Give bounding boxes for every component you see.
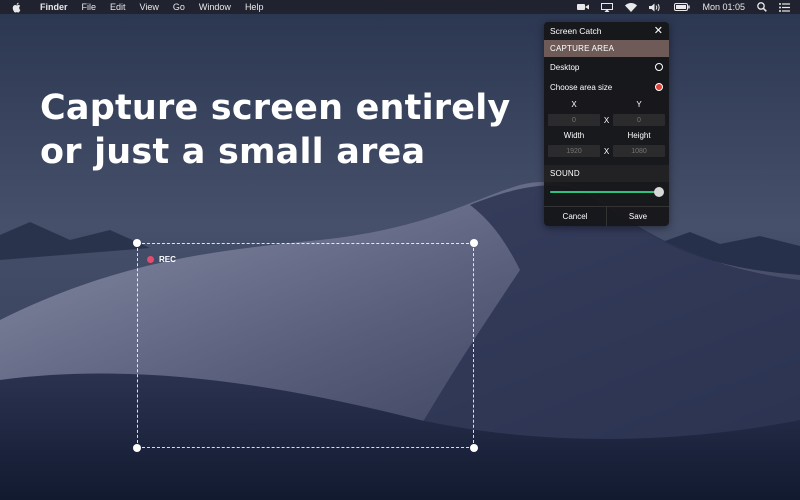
choose-area-radio[interactable] — [655, 83, 663, 91]
apple-logo-icon[interactable] — [12, 2, 26, 13]
slider-fill — [550, 191, 659, 193]
sound-label: SOUND — [550, 169, 580, 178]
volume-icon[interactable] — [649, 0, 662, 14]
height-input[interactable] — [613, 145, 665, 157]
menu-edit[interactable]: Edit — [110, 0, 126, 14]
record-dot-icon — [147, 256, 154, 263]
x-input[interactable] — [548, 114, 600, 126]
menu-view[interactable]: View — [140, 0, 159, 14]
menu-go[interactable]: Go — [173, 0, 185, 14]
close-icon[interactable]: ✕ — [654, 25, 663, 37]
y-label: Y — [636, 100, 642, 109]
xy-inputs: X — [544, 112, 669, 128]
panel-header: Screen Catch ✕ — [544, 22, 669, 40]
resize-handle-top-left[interactable] — [133, 239, 141, 247]
menu-file[interactable]: File — [82, 0, 97, 14]
option-choose-area-label: Choose area size — [550, 82, 613, 92]
airplay-icon[interactable] — [601, 0, 614, 14]
recording-indicator: REC — [147, 255, 176, 264]
option-desktop[interactable]: Desktop — [544, 57, 669, 77]
option-desktop-label: Desktop — [550, 62, 580, 72]
capture-area-label: CAPTURE AREA — [550, 44, 615, 53]
sound-header: SOUND — [544, 165, 669, 182]
size-separator: X — [603, 146, 610, 156]
menu-bar-clock[interactable]: Mon 01:05 — [702, 0, 745, 14]
size-labels: Width Height — [544, 128, 669, 143]
battery-icon[interactable] — [674, 0, 691, 14]
panel-title: Screen Catch — [550, 26, 602, 36]
sound-slider-row — [544, 182, 669, 202]
width-label: Width — [563, 131, 585, 140]
cancel-button[interactable]: Cancel — [544, 207, 606, 226]
slider-thumb[interactable] — [653, 187, 664, 197]
menu-window[interactable]: Window — [199, 0, 231, 14]
xy-labels: X Y — [544, 97, 669, 112]
panel-footer: Cancel Save — [544, 206, 669, 226]
width-input[interactable] — [548, 145, 600, 157]
height-label: Height — [627, 131, 651, 140]
search-icon[interactable] — [757, 0, 767, 14]
headline-line-2: or just a small area — [40, 132, 426, 172]
resize-handle-bottom-left[interactable] — [133, 444, 141, 452]
save-button[interactable]: Save — [606, 207, 669, 226]
rec-label: REC — [159, 255, 176, 264]
desktop-radio[interactable] — [655, 63, 663, 71]
menu-help[interactable]: Help — [245, 0, 264, 14]
y-input[interactable] — [613, 114, 665, 126]
capture-selection-rectangle[interactable]: REC — [133, 239, 478, 452]
option-choose-area-size[interactable]: Choose area size — [544, 77, 669, 97]
video-camera-icon[interactable] — [577, 0, 590, 14]
capture-area-header: CAPTURE AREA — [544, 40, 669, 57]
resize-handle-bottom-right[interactable] — [470, 444, 478, 452]
resize-handle-top-right[interactable] — [470, 239, 478, 247]
menu-bar-status-area: Mon 01:05 — [565, 0, 800, 14]
headline: Capture screen entirely or just a small … — [40, 86, 540, 174]
wifi-icon[interactable] — [625, 0, 638, 14]
size-inputs: X — [544, 143, 669, 159]
xy-separator: X — [603, 115, 610, 125]
screen-catch-panel: Screen Catch ✕ CAPTURE AREA Desktop Choo… — [544, 22, 669, 226]
x-label: X — [571, 100, 577, 109]
menu-finder[interactable]: Finder — [40, 0, 68, 14]
sound-volume-slider[interactable] — [550, 187, 664, 197]
menu-bar: Finder File Edit View Go Window Help Mon… — [0, 0, 800, 14]
list-icon[interactable] — [779, 0, 790, 14]
headline-line-1: Capture screen entirely — [40, 88, 511, 128]
